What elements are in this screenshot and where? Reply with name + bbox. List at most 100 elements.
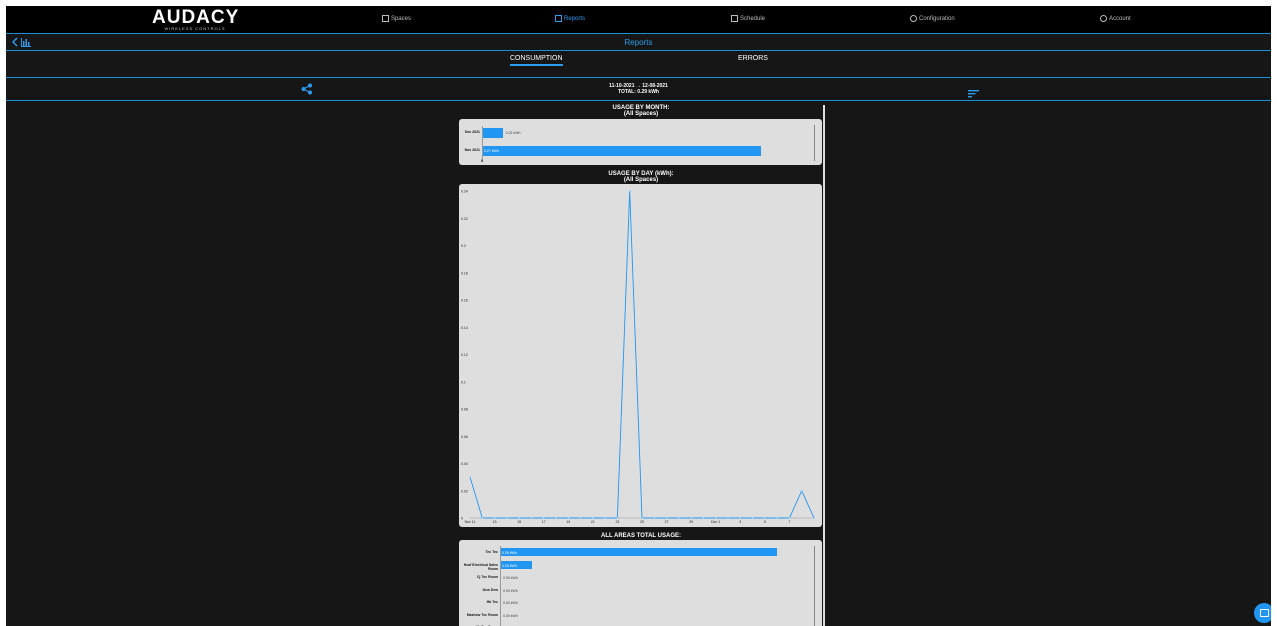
- nav-account[interactable]: Account: [1100, 15, 1131, 22]
- y-tick-label: 0.2: [461, 244, 466, 248]
- x-tick-label: 3: [739, 520, 741, 524]
- x-tick-label: 13: [493, 520, 497, 524]
- nav-schedule[interactable]: Schedule: [731, 15, 765, 22]
- data-point[interactable]: [714, 517, 717, 519]
- nav-configuration-label: Configuration: [919, 15, 955, 22]
- sort-button[interactable]: [968, 85, 979, 103]
- nav-spaces-label: Spaces: [391, 15, 412, 22]
- areas-scrollbar[interactable]: [814, 546, 815, 626]
- data-point[interactable]: [591, 517, 594, 519]
- areas-title-block: ALL AREAS TOTAL USAGE:: [459, 533, 823, 539]
- y-tick-label: 0.06: [461, 435, 468, 439]
- x-tick-label: 21: [591, 520, 595, 524]
- data-point[interactable]: [690, 517, 693, 519]
- calendar-icon: [731, 15, 738, 22]
- tab-errors[interactable]: ERRORS: [738, 55, 768, 62]
- calendar-fab-button[interactable]: [1254, 603, 1271, 623]
- bar[interactable]: [482, 128, 503, 138]
- x-tick-label: 27: [665, 520, 669, 524]
- data-point[interactable]: [628, 190, 631, 192]
- date-range-total: TOTAL: 0.29 kWh: [618, 89, 659, 95]
- y-tick-label: 0.08: [461, 408, 468, 412]
- bar-chart-icon: [555, 15, 562, 22]
- monthly-subtitle: (All Spaces): [623, 111, 659, 117]
- x-tick-label: 15: [517, 520, 521, 524]
- data-point[interactable]: [739, 517, 742, 519]
- data-point[interactable]: [776, 517, 779, 519]
- x-tick-label: 23: [615, 520, 619, 524]
- bar-category-label: Dec 2021: [464, 130, 480, 134]
- bar-value-label: 0.00 kWh: [503, 601, 518, 605]
- x-tick-label: 25: [640, 520, 644, 524]
- data-point[interactable]: [653, 517, 656, 519]
- data-point[interactable]: [641, 517, 643, 519]
- x-tick-label: 19: [566, 520, 570, 524]
- bar-category-label: Hvaf Electrical Sales Room: [463, 562, 498, 571]
- data-point[interactable]: [567, 517, 570, 519]
- y-tick-label: 0.24: [461, 190, 468, 194]
- y-tick-label: 0.1: [461, 380, 466, 384]
- y-tick-label: 0.16: [461, 299, 468, 303]
- data-point[interactable]: [469, 476, 471, 479]
- brand-logo[interactable]: AUDACY WIRELESS CONTROLS: [152, 8, 238, 31]
- bar[interactable]: [482, 146, 761, 156]
- data-point[interactable]: [579, 517, 582, 519]
- data-point[interactable]: [555, 517, 557, 519]
- nav-reports[interactable]: Reports: [555, 15, 585, 22]
- data-point[interactable]: [665, 517, 668, 519]
- bar-category-label: Dew Dew: [482, 587, 498, 592]
- spaces-icon: [382, 15, 389, 22]
- daily-usage-card: 0 0.02 0.04 0.06 0.08 0.1 0.12 0.14 0.16 0.18 0.2 0…: [459, 184, 822, 527]
- x-tick-label: 17: [542, 520, 546, 524]
- data-point[interactable]: [788, 517, 791, 519]
- bar-category-label: Hb Tec: [486, 600, 498, 604]
- bar-value-label: 0.00 kWh: [503, 613, 518, 618]
- data-point[interactable]: [763, 517, 766, 519]
- data-point[interactable]: [493, 517, 496, 519]
- page-header: Reports: [6, 34, 1271, 51]
- sort-icon: [968, 90, 979, 98]
- data-point[interactable]: [727, 517, 729, 519]
- daily-usage-series-line[interactable]: [469, 190, 815, 519]
- bar-category-label: Nov 2021: [464, 148, 480, 152]
- nav-configuration[interactable]: Configuration: [910, 15, 955, 22]
- y-tick-label: 0: [461, 517, 463, 521]
- bar[interactable]: [500, 548, 778, 556]
- gear-icon: [910, 15, 917, 22]
- date-range[interactable]: 11-10-2021 → 12-08-2021 TOTAL: 0.29 kWh: [6, 83, 1271, 95]
- data-point[interactable]: [677, 517, 680, 519]
- monthly-axis-zero-label: 0: [481, 159, 483, 163]
- bar-value-label: 0.00 kWh: [503, 588, 518, 593]
- data-point[interactable]: [481, 517, 484, 519]
- y-tick-label: 0.04: [461, 462, 468, 466]
- data-point[interactable]: [518, 517, 521, 519]
- page-title: Reports: [624, 38, 653, 47]
- app-frame: AUDACY WIRELESS CONTROLS Spaces Reports …: [6, 6, 1271, 626]
- y-tick-label: 0.22: [461, 217, 468, 221]
- data-point[interactable]: [616, 517, 619, 519]
- monthly-scrollbar[interactable]: [814, 125, 815, 161]
- report-toolbar: 11-10-2021 → 12-08-2021 TOTAL: 0.29 kWh: [6, 78, 1271, 101]
- y-tick-label: 0.14: [461, 326, 468, 330]
- bar-value-label: 0.27 kWh: [484, 149, 499, 153]
- bar-axis-line: [482, 126, 483, 162]
- brand-name: AUDACY: [152, 7, 240, 28]
- content-scrollbar[interactable]: [823, 105, 825, 626]
- data-point[interactable]: [800, 489, 803, 492]
- nav-spaces[interactable]: Spaces: [382, 15, 411, 22]
- monthly-usage-card: Dec 2021 0.02 kWh Nov 2021 0.27 kWh 0: [459, 119, 822, 165]
- data-point[interactable]: [604, 517, 607, 519]
- bar-axis-line: [500, 546, 501, 626]
- data-point[interactable]: [505, 517, 508, 519]
- data-point[interactable]: [530, 517, 533, 519]
- data-point[interactable]: [751, 517, 754, 519]
- nav-schedule-label: Schedule: [740, 15, 766, 22]
- data-point[interactable]: [813, 517, 815, 519]
- data-point[interactable]: [542, 517, 545, 519]
- x-tick-label: 7: [788, 520, 790, 524]
- tab-consumption[interactable]: CONSUMPTION: [510, 55, 563, 66]
- y-tick-label: 0.12: [461, 353, 468, 357]
- data-point[interactable]: [702, 517, 705, 519]
- daily-usage-chart: 0 0.02 0.04 0.06 0.08 0.1 0.12 0.14 0.16 0.18 0.2 0…: [461, 190, 815, 524]
- nav-reports-label: Reports: [564, 15, 586, 22]
